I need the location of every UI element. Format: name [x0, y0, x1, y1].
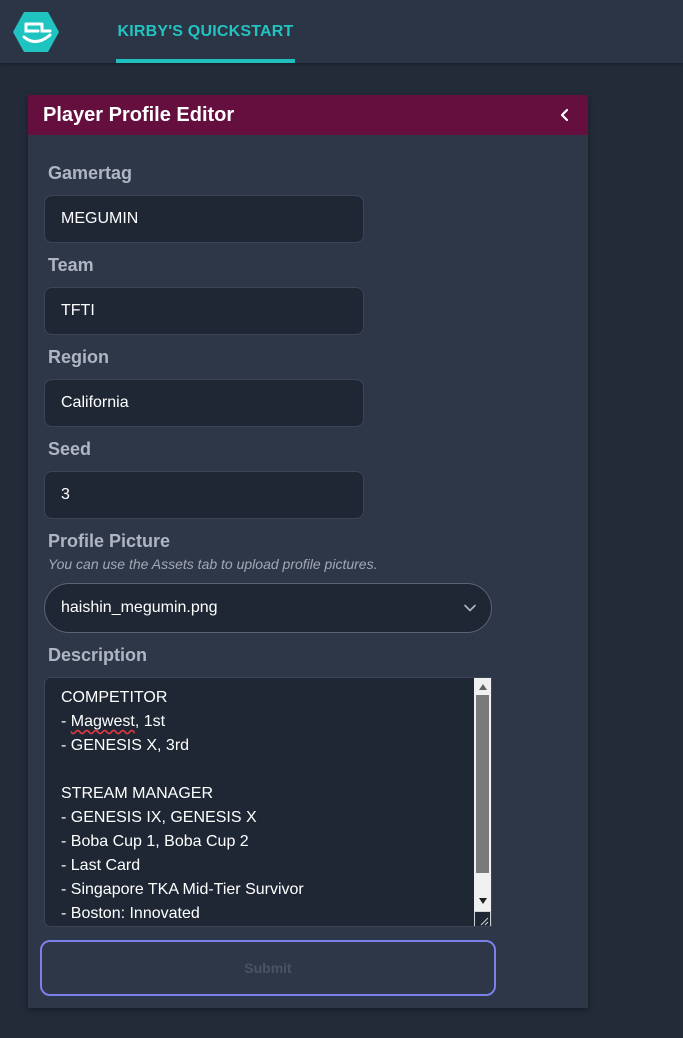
scroll-down-arrow-icon[interactable]	[474, 892, 491, 909]
resize-grip-icon[interactable]	[474, 911, 491, 926]
profile-picture-select[interactable]: haishin_megumin.png	[44, 583, 492, 633]
profile-picture-hint: You can use the Assets tab to upload pro…	[48, 556, 378, 572]
region-label: Region	[48, 347, 109, 367]
description-textarea[interactable]: COMPETITOR - Magwest, 1st - GENESIS X, 3…	[44, 677, 492, 927]
active-tab-indicator	[116, 59, 295, 63]
description-line: - Boba Cup 1, Boba Cup 2	[61, 833, 249, 850]
team-label: Team	[48, 255, 94, 275]
description-line: - GENESIS IX, GENESIS X	[61, 809, 257, 826]
panel-header: Player Profile Editor	[28, 95, 588, 135]
submit-button[interactable]: Submit	[40, 940, 496, 996]
seed-input[interactable]	[44, 471, 364, 519]
gamertag-label: Gamertag	[48, 163, 133, 183]
profile-picture-selected-value: haishin_megumin.png	[61, 599, 218, 616]
team-input[interactable]	[44, 287, 364, 335]
top-nav-bar: KIRBY'S QUICKSTART	[0, 0, 683, 63]
description-line: COMPETITOR	[61, 689, 168, 706]
description-line: - GENESIS X, 3rd	[61, 737, 190, 754]
description-line: STREAM MANAGER	[61, 785, 214, 802]
profile-picture-label: Profile Picture	[48, 531, 171, 551]
description-line: - Last Card	[61, 857, 141, 874]
description-line: - Boston: Innovated	[61, 905, 200, 922]
chevron-left-icon	[560, 108, 569, 122]
app-logo-icon[interactable]	[12, 10, 60, 54]
description-label: Description	[48, 645, 148, 665]
panel-title: Player Profile Editor	[43, 104, 235, 126]
spellcheck-flagged-word: Magwest	[70, 713, 135, 730]
chevron-down-icon	[464, 604, 476, 612]
scroll-up-arrow-icon[interactable]	[474, 678, 491, 695]
gamertag-input[interactable]	[44, 195, 364, 243]
description-line: - Singapore TKA Mid-Tier Survivor	[61, 881, 304, 898]
region-input[interactable]	[44, 379, 364, 427]
collapse-button[interactable]	[554, 104, 576, 126]
player-profile-editor-panel: Player Profile Editor Gamertag Team Regi…	[28, 95, 588, 1008]
seed-label: Seed	[48, 439, 92, 459]
description-scrollbar[interactable]	[474, 678, 491, 926]
scrollbar-thumb[interactable]	[476, 695, 489, 873]
description-text: COMPETITOR - Magwest, 1st - GENESIS X, 3…	[61, 686, 461, 926]
description-line	[61, 758, 461, 782]
description-line: - Magwest, 1st	[61, 713, 166, 730]
tab-kirbys-quickstart[interactable]: KIRBY'S QUICKSTART	[116, 0, 295, 63]
